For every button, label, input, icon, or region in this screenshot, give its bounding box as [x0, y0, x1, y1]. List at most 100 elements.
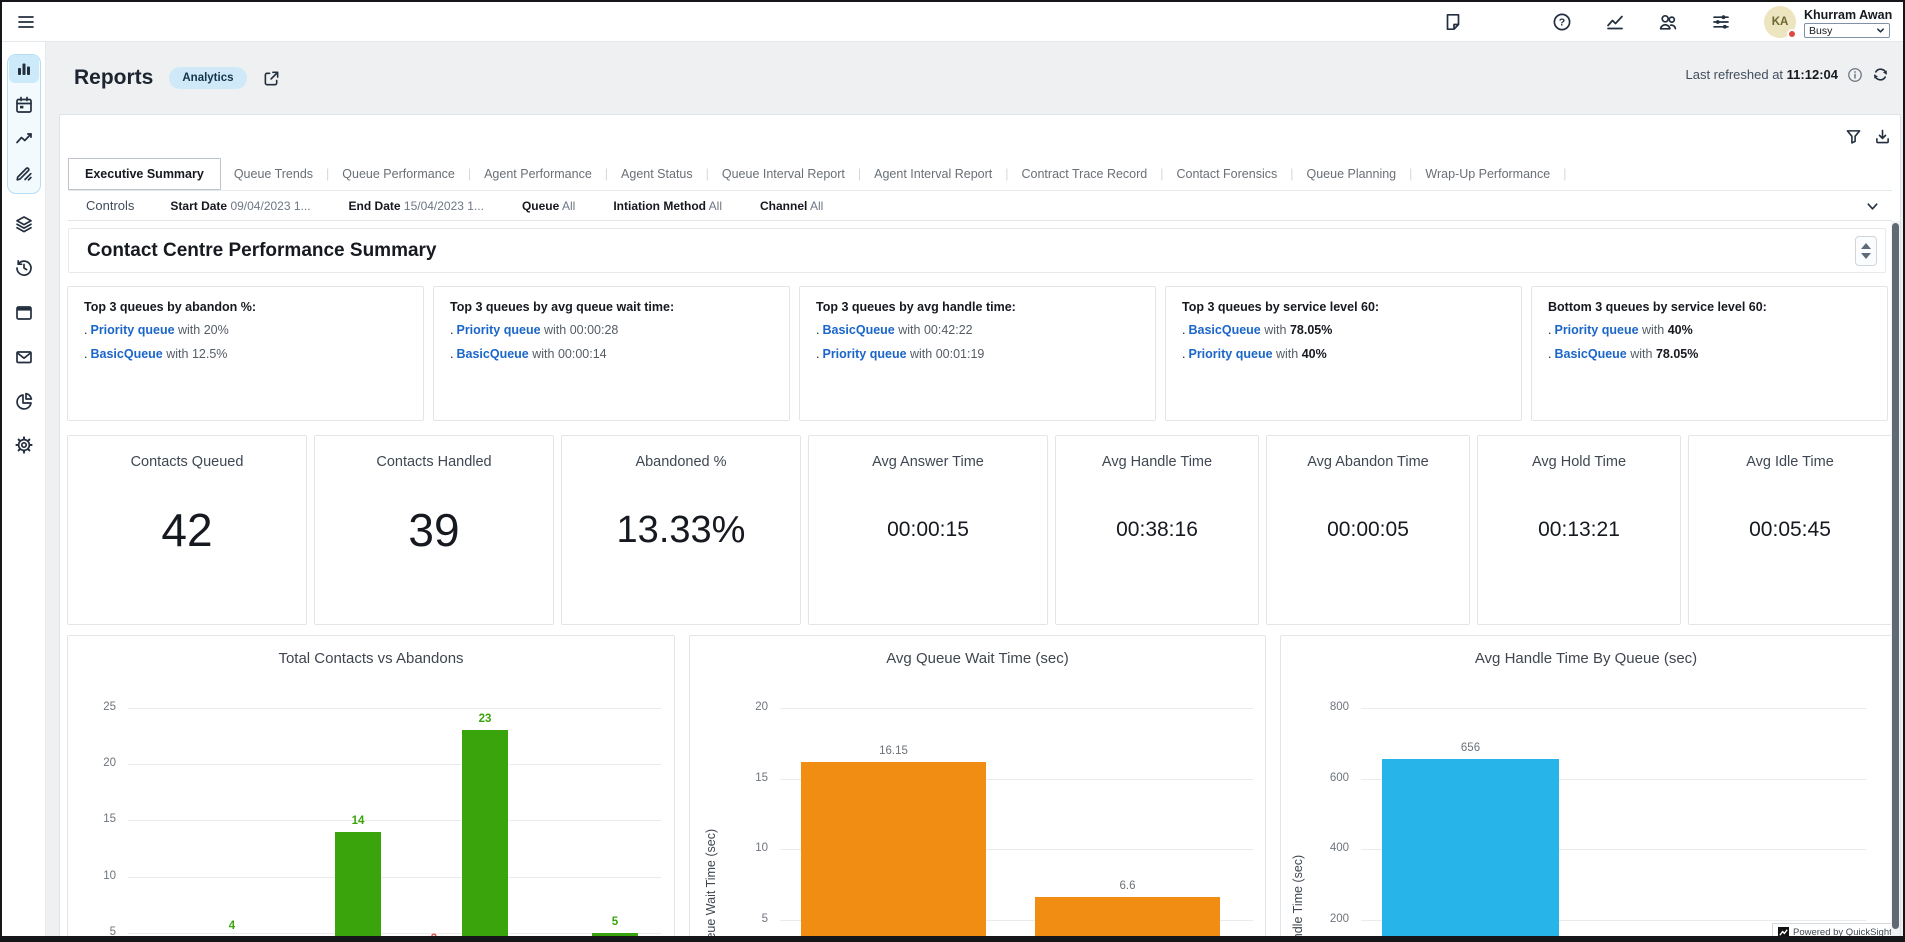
tab-queue-trends[interactable]: Queue Trends	[221, 159, 326, 189]
user-name: Khurram Awan	[1804, 8, 1892, 22]
queue-link[interactable]: Priority queue	[1554, 323, 1638, 337]
powered-by-quicksight-badge[interactable]: Powered by QuickSight	[1772, 923, 1893, 940]
status-select[interactable]: Busy	[1804, 23, 1890, 38]
bullet: .	[816, 347, 819, 361]
y-tick-label: 5	[690, 913, 768, 925]
sidebar-item-history[interactable]	[9, 254, 39, 282]
tab-contact-forensics[interactable]: Contact Forensics	[1164, 159, 1291, 189]
bullet: .	[450, 347, 453, 361]
kpi-card-avg-answer-time: Avg Answer Time00:00:15	[808, 435, 1048, 625]
sidebar-item-layers[interactable]	[9, 210, 39, 238]
bar[interactable]	[1382, 759, 1559, 940]
y-tick-label: 400	[1281, 842, 1349, 854]
y-tick-label: 20	[68, 757, 116, 769]
queue-link[interactable]: BasicQueue	[456, 347, 528, 361]
spinner-up-button[interactable]	[1861, 243, 1871, 249]
sheet-title-box: Contact Centre Performance Summary	[68, 228, 1886, 273]
filter-icon[interactable]	[1846, 129, 1861, 144]
avatar[interactable]: KA	[1764, 6, 1796, 38]
open-external-icon[interactable]	[263, 70, 280, 87]
queue-link[interactable]: Priority queue	[1188, 347, 1272, 361]
queue-link[interactable]: BasicQueue	[1188, 323, 1260, 337]
kpi-value: 13.33%	[562, 436, 800, 624]
info-icon[interactable]	[1847, 67, 1863, 83]
tab-agent-performance[interactable]: Agent Performance	[471, 159, 605, 189]
quicksight-icon[interactable]	[1488, 7, 1518, 37]
kpi-value: 00:00:05	[1267, 436, 1469, 624]
queue-link[interactable]: BasicQueue	[1554, 347, 1626, 361]
kpi-value: 00:05:45	[1689, 436, 1891, 624]
sidebar-item-mail[interactable]	[9, 343, 39, 371]
bar-value-label: 23	[442, 713, 528, 725]
chart-card-0: Total Contacts vs Abandons51015202514235…	[67, 635, 675, 940]
connector-text: with	[175, 323, 204, 337]
tab-queue-planning[interactable]: Queue Planning	[1293, 159, 1409, 189]
tab-queue-interval-report[interactable]: Queue Interval Report	[709, 159, 858, 189]
gridline	[780, 708, 1253, 709]
y-tick-label: 200	[1281, 913, 1349, 925]
y-tick-label: 10	[68, 870, 116, 882]
help-icon[interactable]: ?	[1552, 12, 1572, 32]
sidebar-item-trends[interactable]	[9, 125, 39, 153]
queue-link[interactable]: Priority queue	[822, 347, 906, 361]
bar[interactable]	[801, 762, 986, 940]
tab-queue-performance[interactable]: Queue Performance	[329, 159, 468, 189]
preferences-sliders-icon[interactable]	[1711, 12, 1731, 32]
kpi-card-abandoned-: Abandoned %13.33%	[561, 435, 801, 625]
tab-wrap-up-performance[interactable]: Wrap-Up Performance	[1412, 159, 1563, 189]
sidebar-item-pie-chart[interactable]	[9, 387, 39, 415]
connector-text: with	[163, 347, 192, 361]
powered-by-text: Powered by QuickSight	[1793, 927, 1892, 938]
sidebar-item-dashboards[interactable]	[9, 55, 39, 83]
insight-value: 12.5%	[192, 347, 227, 361]
sidebar-item-design[interactable]	[9, 159, 39, 187]
users-icon[interactable]	[1658, 12, 1678, 32]
scrollbar-thumb[interactable]	[1892, 223, 1899, 929]
connector-text: with	[541, 323, 570, 337]
metrics-icon[interactable]	[1605, 12, 1625, 32]
kpi-card-avg-abandon-time: Avg Abandon Time00:00:05	[1266, 435, 1470, 625]
bar[interactable]	[592, 933, 638, 940]
queue-link[interactable]: BasicQueue	[90, 347, 162, 361]
tab-agent-status[interactable]: Agent Status	[608, 159, 706, 189]
sidebar-item-calendar[interactable]	[9, 91, 39, 119]
queue-link[interactable]: BasicQueue	[822, 323, 894, 337]
chart-y-axis-label: Avg Handle Time (sec)	[1291, 855, 1305, 940]
connector-text: with	[907, 347, 936, 361]
bar-value-label: 16.15	[781, 745, 1006, 757]
kpi-value: 42	[68, 436, 306, 624]
insight-card-title: Top 3 queues by avg queue wait time:	[450, 300, 773, 314]
control-queue[interactable]: Queue All	[522, 199, 575, 213]
control-intiation-method[interactable]: Intiation Method All	[613, 199, 722, 213]
refresh-icon[interactable]	[1872, 66, 1889, 83]
bar[interactable]	[335, 832, 381, 940]
insight-line: .Priority queue with 40%	[1548, 323, 1871, 337]
quicksight-logo-icon	[1778, 927, 1789, 938]
queue-link[interactable]: Priority queue	[456, 323, 540, 337]
kpi-card-avg-hold-time: Avg Hold Time00:13:21	[1477, 435, 1681, 625]
sheet-scrollbar	[1891, 221, 1900, 939]
queue-link[interactable]: Priority queue	[90, 323, 174, 337]
sidebar-item-settings[interactable]	[9, 431, 39, 459]
tab-contract-trace-record[interactable]: Contract Trace Record	[1009, 159, 1161, 189]
notes-icon[interactable]	[1443, 12, 1463, 32]
control-start-date[interactable]: Start Date 09/04/2023 1...	[170, 199, 310, 213]
tab-executive-summary[interactable]: Executive Summary	[68, 158, 221, 190]
spinner-down-button[interactable]	[1861, 253, 1871, 259]
insight-card: Top 3 queues by avg handle time:.BasicQu…	[799, 286, 1156, 421]
control-end-date[interactable]: End Date 15/04/2023 1...	[349, 199, 484, 213]
gridline	[128, 708, 661, 709]
insight-line: .Priority queue with 00:00:28	[450, 323, 773, 337]
controls-collapse-chevron[interactable]	[1865, 199, 1880, 214]
control-channel[interactable]: Channel All	[760, 199, 823, 213]
kpi-value: 00:13:21	[1478, 436, 1680, 624]
kpi-card-contacts-handled: Contacts Handled39	[314, 435, 554, 625]
sidebar-item-window[interactable]	[9, 299, 39, 327]
tab-agent-interval-report[interactable]: Agent Interval Report	[861, 159, 1005, 189]
export-icon[interactable]	[1875, 129, 1890, 144]
bar[interactable]	[1035, 897, 1220, 940]
menu-icon[interactable]	[16, 12, 36, 32]
insight-card-title: Bottom 3 queues by service level 60:	[1548, 300, 1871, 314]
bar[interactable]	[462, 730, 508, 940]
bar-value-label: 5	[572, 916, 658, 928]
